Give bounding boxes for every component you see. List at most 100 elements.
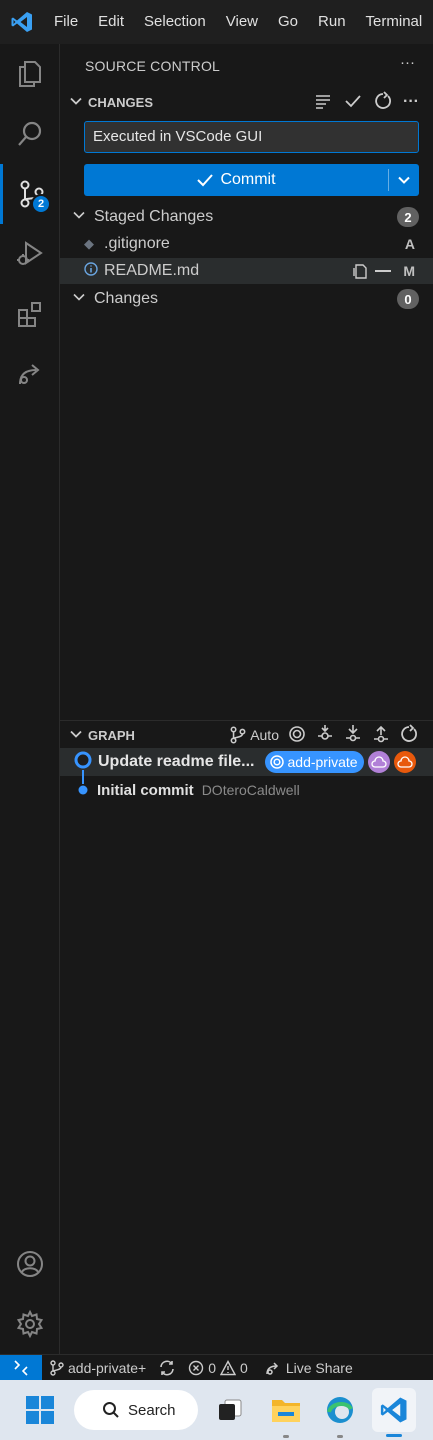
accounts-icon[interactable] [0,1234,60,1294]
graph-commit-row[interactable]: Initial commit DOteroCaldwell [60,776,433,804]
running-app-indicator [337,1435,343,1438]
file-explorer-icon[interactable] [264,1388,308,1432]
edge-browser-icon[interactable] [318,1388,362,1432]
staged-changes-group[interactable]: Staged Changes 2 [60,204,433,230]
commit-button[interactable]: Commit [84,164,419,196]
commit-button-label: Commit [220,171,276,188]
scm-count-badge: 2 [31,194,51,214]
commit-author: DOteroCaldwell [201,782,300,798]
more-actions-icon[interactable]: ··· [400,54,415,71]
commit-message: Initial commit [97,781,194,799]
graph-header-label: GRAPH [88,727,135,743]
menu-terminal[interactable]: Terminal [356,0,433,44]
file-row-gitignore[interactable]: ◆ .gitignore A [60,231,433,257]
windows-taskbar: Search [0,1380,433,1440]
sync-icon[interactable] [154,1359,180,1377]
changes-section-header[interactable]: CHANGES ··· [60,88,433,116]
changes-header-label: CHANGES [88,94,154,110]
changes-group[interactable]: Changes 0 [60,286,433,312]
chevron-down-icon [64,727,88,744]
view-title: SOURCE CONTROL [85,58,221,74]
view-as-tree-icon[interactable] [313,91,333,114]
settings-gear-icon[interactable] [0,1294,60,1354]
check-icon [197,174,214,187]
refresh-icon[interactable] [373,90,393,114]
branch-name: add-private [287,754,358,770]
menu-file[interactable]: File [44,0,88,44]
git-file-icon: ◆ [84,236,94,251]
running-app-indicator [283,1435,289,1438]
info-icon [84,261,104,281]
live-share-label: Live Share [285,1359,353,1376]
search-icon[interactable] [0,104,60,164]
pull-icon[interactable] [343,724,363,747]
file-status: M [403,263,415,279]
warning-icon [220,1359,237,1375]
menu-run[interactable]: Run [308,0,356,44]
error-count: 0 [208,1359,217,1376]
changes-label: Changes [94,290,159,307]
chevron-down-icon [72,290,94,309]
file-name: .gitignore [104,235,170,252]
target-icon [269,755,284,769]
menu-view[interactable]: View [216,0,268,44]
active-app-indicator [386,1434,402,1437]
commit-dropdown-icon[interactable] [389,173,419,187]
taskbar-search[interactable]: Search [74,1390,198,1430]
live-share-icon [266,1361,278,1375]
remote-cloud-icon [367,751,390,773]
commit-node-icon [74,751,98,773]
file-row-readme[interactable]: README.md M [60,258,433,284]
origin-cloud-icon [393,751,416,773]
more-icon[interactable]: ··· [403,93,419,111]
menu-go[interactable]: Go [268,0,308,44]
menu-edit[interactable]: Edit [88,0,134,44]
problems-status[interactable]: 0 0 [180,1360,256,1376]
branch-icon [50,1359,64,1376]
title-bar: File Edit Selection View Go Run Terminal [0,0,433,44]
auto-branch-toggle[interactable]: Auto [228,725,279,745]
target-icon[interactable] [287,724,307,747]
commit-check-icon[interactable] [343,91,363,114]
activity-bar: 2 [0,44,60,1354]
branch-status[interactable]: add-private+ [42,1360,154,1376]
open-file-icon[interactable] [351,262,369,285]
chevron-down-icon [72,208,94,227]
file-name: README.md [104,262,200,279]
live-share-icon[interactable] [0,344,60,404]
unstage-icon[interactable] [375,270,391,272]
chevron-down-icon [64,94,88,111]
graph-section-header[interactable]: GRAPH Auto [60,721,433,749]
branch-name: add-private+ [68,1359,147,1376]
branch-pill[interactable]: add-private [264,751,364,773]
status-bar: add-private+ 0 0 Live Share [0,1354,433,1380]
task-view-icon[interactable] [208,1388,252,1432]
warning-count: 0 [240,1359,248,1376]
source-control-view: SOURCE CONTROL ··· CHANGES ··· Executed … [60,44,433,1354]
run-debug-icon[interactable] [0,224,60,284]
refresh-icon[interactable] [399,723,419,747]
fetch-icon[interactable] [315,724,335,747]
live-share-status[interactable]: Live Share [256,1360,361,1376]
staged-count-badge: 2 [397,207,419,227]
extensions-icon[interactable] [0,284,60,344]
menu-selection[interactable]: Selection [134,0,216,44]
vscode-logo-icon [0,0,44,44]
explorer-icon[interactable] [0,44,60,104]
graph-commit-row[interactable]: Update readme file... add-private [60,748,433,776]
search-icon [103,1402,119,1418]
branch-icon [230,726,246,744]
push-icon[interactable] [371,724,391,747]
file-status: A [404,236,415,252]
changes-count-badge: 0 [397,289,419,309]
vscode-taskbar-icon[interactable] [372,1388,416,1432]
source-control-icon[interactable]: 2 [0,164,60,224]
auto-label: Auto [250,727,279,743]
remote-indicator-icon[interactable] [0,1355,42,1380]
search-label: Search [128,1401,176,1419]
error-icon [189,1360,204,1375]
staged-changes-label: Staged Changes [94,208,214,225]
windows-start-icon[interactable] [18,1388,62,1432]
commit-message: Update readme file... [98,753,255,770]
commit-message-input[interactable]: Executed in VSCode GUI [84,121,419,153]
